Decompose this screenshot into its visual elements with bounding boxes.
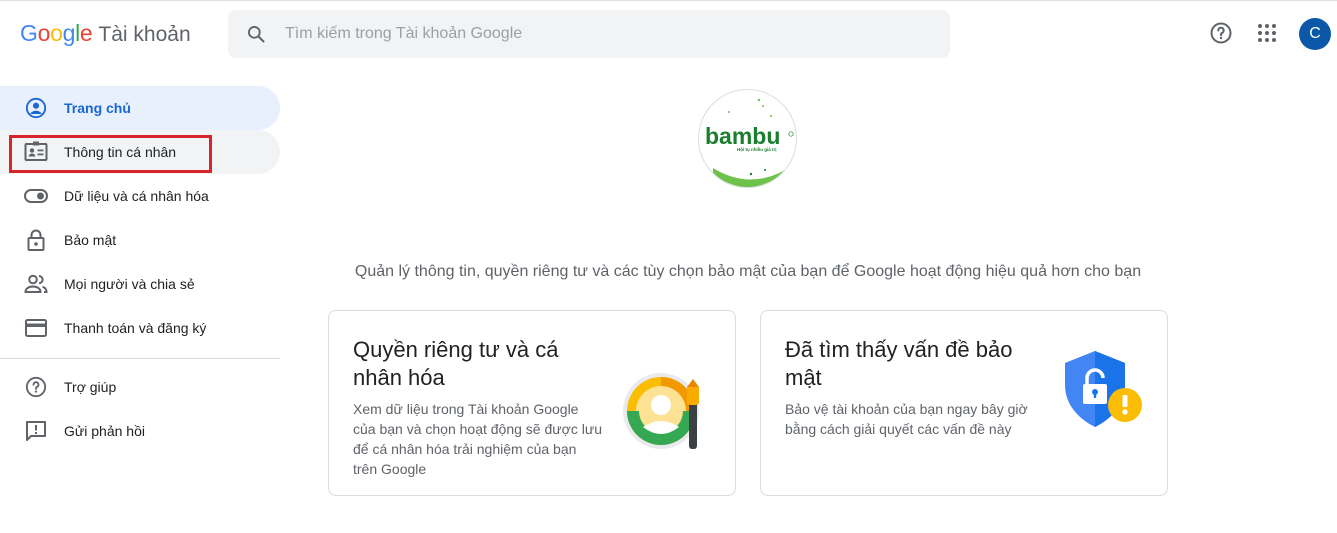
sidebar-item-label: Bảo mật: [64, 232, 117, 248]
google-wordmark: Google: [20, 20, 93, 46]
sidebar-item-people-sharing[interactable]: Mọi người và chia sẻ: [0, 262, 280, 306]
card-title: Đã tìm thấy vấn đề bảo mật: [785, 337, 1013, 390]
lock-icon: [24, 228, 48, 252]
google-apps-button[interactable]: [1249, 17, 1285, 53]
search-bar[interactable]: [228, 10, 950, 58]
sidebar-item-help[interactable]: Trợ giúp: [0, 365, 280, 409]
sidebar-nav: Trang chủ Thông tin cá nhân Dữ liệu và c…: [0, 86, 280, 350]
search-icon[interactable]: [246, 24, 266, 44]
sidebar-item-label: Mọi người và chia sẻ: [64, 276, 195, 292]
svg-text:Hội tụ nhiều giá trị: Hội tụ nhiều giá trị: [737, 147, 777, 152]
card-description: Xem dữ liệu trong Tài khoản Google của b…: [353, 401, 602, 477]
apps-grid-icon: [1257, 23, 1277, 48]
sidebar-secondary-nav: Trợ giúp Gửi phản hồi: [0, 365, 280, 453]
toggle-icon: [24, 184, 48, 208]
bambu-logo-icon: bambu Hội tụ nhiều giá trị: [705, 98, 794, 187]
sidebar-item-label: Thanh toán và đăng ký: [64, 320, 207, 336]
card-description: Bảo vệ tài khoản của bạn ngay bây giờ bằ…: [785, 401, 1028, 437]
sidebar-item-security[interactable]: Bảo mật: [0, 218, 280, 262]
card-title: Quyền riêng tư và cá nhân hóa: [353, 337, 559, 390]
product-name: Tài khoản: [98, 23, 191, 46]
help-icon: [1209, 21, 1233, 50]
account-avatar[interactable]: C: [1299, 18, 1331, 50]
security-issues-card[interactable]: Đã tìm thấy vấn đề bảo mật Bảo vệ tài kh…: [760, 310, 1168, 496]
help-button[interactable]: [1203, 17, 1239, 53]
sidebar-item-label: Trợ giúp: [64, 379, 117, 395]
sidebar-item-home[interactable]: Trang chủ: [0, 86, 280, 130]
sidebar-item-label: Dữ liệu và cá nhân hóa: [64, 188, 209, 204]
profile-photo[interactable]: bambu Hội tụ nhiều giá trị: [698, 89, 797, 188]
sidebar-item-data-personalization[interactable]: Dữ liệu và cá nhân hóa: [0, 174, 280, 218]
search-input[interactable]: [285, 25, 885, 43]
google-account-logo[interactable]: Google Tài khoản: [20, 20, 191, 50]
highlight-annotation-box: [9, 135, 212, 173]
feedback-icon: [24, 419, 48, 443]
privacy-illustration-icon: [621, 365, 713, 457]
sidebar-item-label: Trang chủ: [64, 100, 131, 116]
privacy-personalization-card[interactable]: Quyền riêng tư và cá nhân hóa Xem dữ liệ…: [328, 310, 736, 496]
svg-text:bambu: bambu: [705, 123, 780, 149]
sidebar-divider: [0, 358, 280, 359]
help-icon: [24, 375, 48, 399]
sidebar-item-label: Gửi phản hồi: [64, 423, 145, 439]
security-shield-warning-icon: [1059, 345, 1149, 435]
credit-card-icon: [24, 316, 48, 340]
account-circle-icon: [24, 96, 48, 120]
people-icon: [24, 272, 48, 296]
page-tagline: Quản lý thông tin, quyền riêng tư và các…: [354, 263, 1142, 280]
sidebar-item-feedback[interactable]: Gửi phản hồi: [0, 409, 280, 453]
sidebar-item-payments-subscriptions[interactable]: Thanh toán và đăng ký: [0, 306, 280, 350]
top-border: [0, 0, 1337, 1]
